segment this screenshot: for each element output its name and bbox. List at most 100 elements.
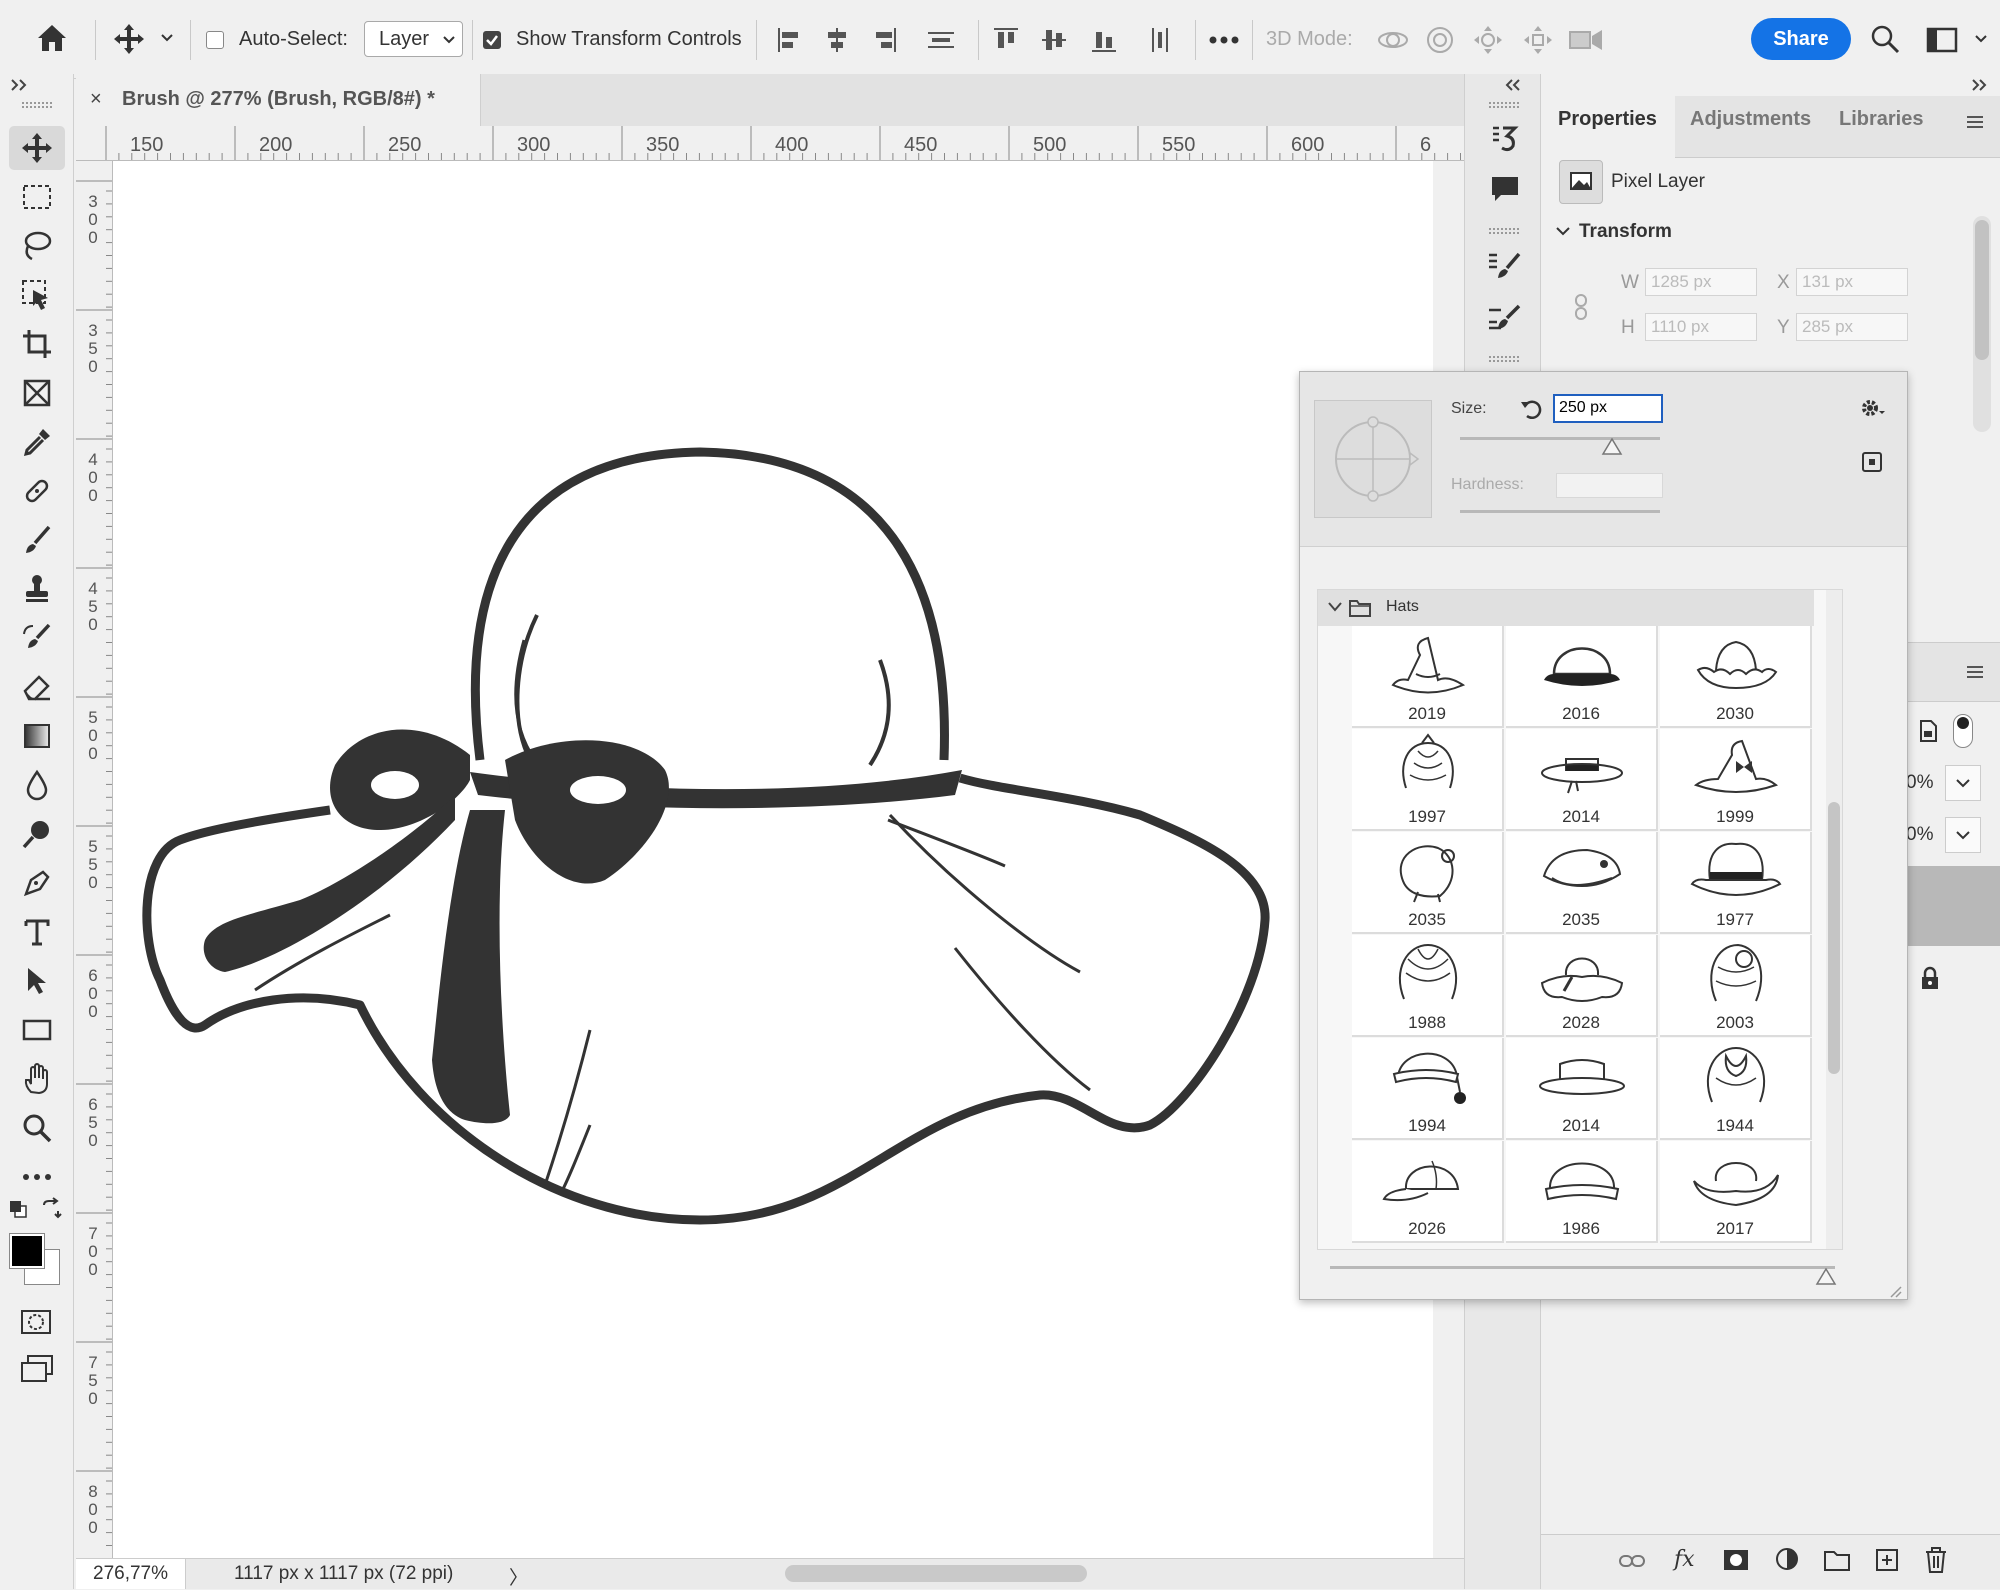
brush-preset[interactable]: 2014 <box>1506 1038 1658 1140</box>
link-layers-icon[interactable] <box>1618 1552 1646 1570</box>
brush-preset[interactable]: 2035 <box>1506 832 1658 934</box>
gradient-tool[interactable] <box>9 714 65 758</box>
zoom-tool[interactable] <box>9 1106 65 1150</box>
brush-preset[interactable]: 1944 <box>1660 1038 1812 1140</box>
x-field[interactable]: 131 px <box>1796 268 1908 296</box>
brush-folder-hats[interactable]: Hats <box>1318 590 1814 626</box>
thumbnail-slider-thumb[interactable] <box>1815 1268 1837 1286</box>
eyedropper-tool[interactable] <box>9 420 65 464</box>
home-icon[interactable] <box>36 22 68 54</box>
fill-value[interactable]: 0% <box>1906 824 1933 846</box>
gear-icon[interactable] <box>1860 397 1886 419</box>
panel-menu-icon[interactable] <box>1965 664 1985 680</box>
brush-preset[interactable]: 1988 <box>1352 935 1504 1037</box>
brush-preset[interactable]: 1986 <box>1506 1141 1658 1243</box>
fx-icon[interactable]: fx <box>1672 1546 1704 1576</box>
close-tab-icon[interactable]: × <box>90 88 102 111</box>
lock-icon[interactable] <box>1919 966 1941 992</box>
move-tool[interactable] <box>9 126 65 170</box>
align-bottom-icon[interactable] <box>1090 26 1118 54</box>
trash-icon[interactable] <box>1924 1546 1948 1574</box>
quick-mask-icon[interactable] <box>20 1309 52 1335</box>
chevron-down-icon[interactable] <box>1328 602 1342 612</box>
brush-preset[interactable]: 2026 <box>1352 1141 1504 1243</box>
status-menu-arrow[interactable]: 〉 <box>509 1563 528 1590</box>
brush-preset[interactable]: 1977 <box>1660 832 1812 934</box>
size-input[interactable]: 250 px <box>1553 394 1663 423</box>
move-tool-icon[interactable] <box>112 22 146 56</box>
history-icon[interactable] <box>1489 122 1521 154</box>
tab-adjustments[interactable]: Adjustments <box>1690 108 1811 131</box>
size-slider-thumb[interactable] <box>1601 438 1623 456</box>
marquee-tool[interactable] <box>9 175 65 219</box>
brush-preset[interactable]: 2019 <box>1352 626 1504 728</box>
new-layer-icon[interactable] <box>1875 1548 1899 1572</box>
opacity-value[interactable]: 0% <box>1906 772 1933 794</box>
brush-presets-icon[interactable] <box>1487 302 1523 334</box>
layer-select[interactable]: Layer <box>364 21 463 57</box>
share-button[interactable]: Share <box>1751 18 1851 60</box>
show-transform-checkbox[interactable] <box>483 31 501 49</box>
properties-scrollbar-thumb[interactable] <box>1975 220 1989 360</box>
search-icon[interactable] <box>1870 24 1900 54</box>
3d-slide-icon[interactable] <box>1522 24 1554 56</box>
brush-tool[interactable] <box>9 518 65 562</box>
align-vertical-center-icon[interactable] <box>1040 26 1068 54</box>
align-top-icon[interactable] <box>992 26 1020 54</box>
hardness-slider-track[interactable] <box>1460 510 1660 513</box>
rectangle-tool[interactable] <box>9 1008 65 1052</box>
swap-colors-icon[interactable] <box>40 1197 62 1219</box>
workspace-icon[interactable] <box>1926 27 1958 53</box>
tab-properties[interactable]: Properties <box>1558 108 1657 131</box>
brush-settings-icon[interactable] <box>1487 250 1523 284</box>
size-slider-track[interactable] <box>1460 437 1660 440</box>
brush-angle-icon[interactable] <box>1315 401 1431 517</box>
align-horizontal-center-icon[interactable] <box>824 26 850 54</box>
reset-size-icon[interactable] <box>1519 397 1543 421</box>
brush-preset[interactable]: 2030 <box>1660 626 1812 728</box>
crop-tool[interactable] <box>9 322 65 366</box>
3d-orbit-icon[interactable] <box>1376 24 1410 56</box>
comments-icon[interactable] <box>1489 174 1521 204</box>
path-selection-tool[interactable] <box>9 959 65 1003</box>
pen-tool[interactable] <box>9 861 65 905</box>
eraser-tool[interactable] <box>9 665 65 709</box>
zoom-field[interactable]: 276,77% <box>76 1559 186 1589</box>
chevron-down-icon[interactable] <box>1974 34 1988 44</box>
adjustment-layer-icon[interactable] <box>1774 1546 1804 1574</box>
thumbnail-size-slider[interactable] <box>1330 1266 1835 1269</box>
frame-tool[interactable] <box>9 371 65 415</box>
default-colors-icon[interactable] <box>8 1199 28 1219</box>
brush-preset[interactable]: 2017 <box>1660 1141 1812 1243</box>
brush-preset[interactable]: 2028 <box>1506 935 1658 1037</box>
blur-tool[interactable] <box>9 763 65 807</box>
distribute-icon[interactable] <box>926 26 956 54</box>
collapse-panel-icon[interactable] <box>1505 78 1521 92</box>
distribute-vertical-icon[interactable] <box>1146 26 1174 54</box>
chevron-down-icon[interactable] <box>160 33 174 43</box>
link-icon[interactable] <box>1573 292 1589 322</box>
collapse-dock-icon[interactable] <box>1971 78 1987 92</box>
y-field[interactable]: 285 px <box>1796 313 1908 341</box>
lock-pixels-icon[interactable] <box>1916 718 1940 744</box>
expand-panel-icon[interactable] <box>10 78 30 92</box>
opacity-dropdown[interactable] <box>1945 765 1981 801</box>
width-field[interactable]: 1285 px <box>1645 268 1757 296</box>
brush-preset[interactable]: 1994 <box>1352 1038 1504 1140</box>
horizontal-scrollbar[interactable] <box>785 1565 1087 1582</box>
align-left-icon[interactable] <box>776 26 802 54</box>
new-preset-icon[interactable] <box>1861 451 1883 473</box>
canvas[interactable] <box>113 161 1433 1558</box>
brush-preset[interactable]: 2016 <box>1506 626 1658 728</box>
height-field[interactable]: 1110 px <box>1645 313 1757 341</box>
3d-roll-icon[interactable] <box>1424 24 1456 56</box>
fill-dropdown[interactable] <box>1945 817 1981 853</box>
hand-tool[interactable] <box>9 1057 65 1101</box>
lasso-tool[interactable] <box>9 224 65 268</box>
hardness-input[interactable] <box>1556 473 1663 498</box>
3d-pan-icon[interactable] <box>1472 24 1504 56</box>
type-tool[interactable] <box>9 910 65 954</box>
brush-preset[interactable]: 1999 <box>1660 729 1812 831</box>
3d-camera-icon[interactable] <box>1568 26 1606 54</box>
object-selection-tool[interactable] <box>9 273 65 317</box>
